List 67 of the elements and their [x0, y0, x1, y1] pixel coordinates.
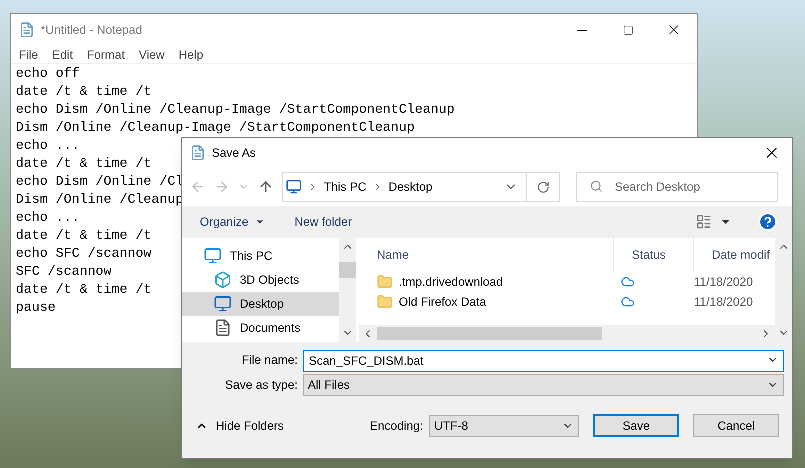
- breadcrumb-item[interactable]: This PC: [324, 178, 367, 196]
- file-type-dropdown[interactable]: All Files: [303, 374, 784, 396]
- code-line: SFC /scannow: [16, 263, 112, 281]
- scrollbar-thumb[interactable]: [377, 327, 602, 340]
- code-line: pause: [16, 299, 56, 317]
- menu-item[interactable]: File: [19, 46, 38, 64]
- code-line: echo Dism /Online /Cleanup-Image /StartComponentCleanup: [16, 101, 455, 119]
- dialog-title: Save As: [212, 145, 256, 162]
- field-label: Encoding:: [370, 418, 424, 434]
- code-line: Dism /Online /Cleanup: [16, 191, 184, 209]
- refresh-icon: [536, 180, 550, 194]
- search-field[interactable]: Search Desktop: [576, 172, 778, 202]
- monitor-icon: [214, 295, 232, 313]
- help-icon[interactable]: [758, 212, 778, 232]
- column-header[interactable]: Date modif: [694, 238, 777, 272]
- code-line: echo off: [16, 65, 80, 83]
- file-date: 11/18/2020: [694, 294, 754, 311]
- menu-item[interactable]: Format: [87, 46, 126, 64]
- file-date: 11/18/2020: [694, 274, 754, 291]
- cube-icon: [214, 271, 232, 289]
- file-name[interactable]: Old Firefox Data: [399, 293, 486, 311]
- nav-item[interactable]: 3D Objects: [182, 268, 339, 292]
- menu-item[interactable]: Edit: [52, 46, 74, 64]
- up-icon[interactable]: [258, 179, 274, 195]
- nav-item[interactable]: Desktop: [182, 292, 339, 316]
- horizontal-scrollbar[interactable]: [359, 325, 775, 342]
- file-name-field[interactable]: Scan_SFC_DISM.bat: [303, 350, 784, 372]
- dialog-button[interactable]: Save: [593, 414, 680, 437]
- search-icon: [590, 180, 603, 193]
- column-header[interactable]: Name: [359, 238, 614, 272]
- cloud-icon: [621, 275, 635, 289]
- code-line: date /t & time /t: [16, 155, 152, 173]
- monitor-icon: [286, 179, 302, 195]
- computer-icon: [204, 247, 222, 265]
- encoding-dropdown[interactable]: UTF-8: [429, 414, 580, 436]
- folder-icon: [377, 274, 393, 290]
- code-line: echo ...: [16, 209, 80, 227]
- document-icon: [214, 319, 232, 337]
- nav-item[interactable]: Documents: [182, 316, 339, 340]
- notepad-icon: [19, 22, 35, 38]
- hide-folders-button[interactable]: Hide Folders: [182, 416, 284, 434]
- cloud-icon: [621, 295, 635, 309]
- breadcrumb-item[interactable]: Desktop: [388, 178, 433, 196]
- file-name[interactable]: .tmp.drivedownload: [399, 273, 504, 291]
- nav-item[interactable]: This PC: [182, 244, 339, 268]
- new-folder-button[interactable]: New folder: [294, 213, 352, 231]
- folder-icon: [377, 294, 393, 310]
- scrollbar-thumb[interactable]: [339, 262, 356, 278]
- code-line: echo Dism /Online /Cl: [16, 173, 184, 191]
- field-label: File name:: [240, 352, 299, 369]
- code-line: date /t & time /t: [16, 281, 152, 299]
- window-title: *Untitled - Notepad: [41, 22, 142, 39]
- organize-button[interactable]: Organize: [200, 213, 265, 231]
- column-header[interactable]: Status: [614, 238, 694, 272]
- maximize-icon: [622, 24, 634, 36]
- code-line: echo SFC /scannow: [16, 245, 152, 263]
- code-line: echo ...: [16, 137, 80, 155]
- address-bar[interactable]: This PC Desktop: [282, 172, 560, 202]
- code-line: Dism /Online /Cleanup-Image /StartComponentCleanup: [16, 119, 415, 137]
- menu-item[interactable]: Help: [178, 46, 204, 64]
- menu-item[interactable]: View: [139, 46, 165, 64]
- code-line: date /t & time /t: [16, 83, 152, 101]
- code-line: date /t & time /t: [16, 227, 152, 245]
- dialog-button[interactable]: Cancel: [693, 414, 780, 437]
- view-icon[interactable]: [696, 214, 712, 230]
- notepad-icon: [190, 145, 206, 161]
- field-label: Save as type:: [224, 377, 299, 394]
